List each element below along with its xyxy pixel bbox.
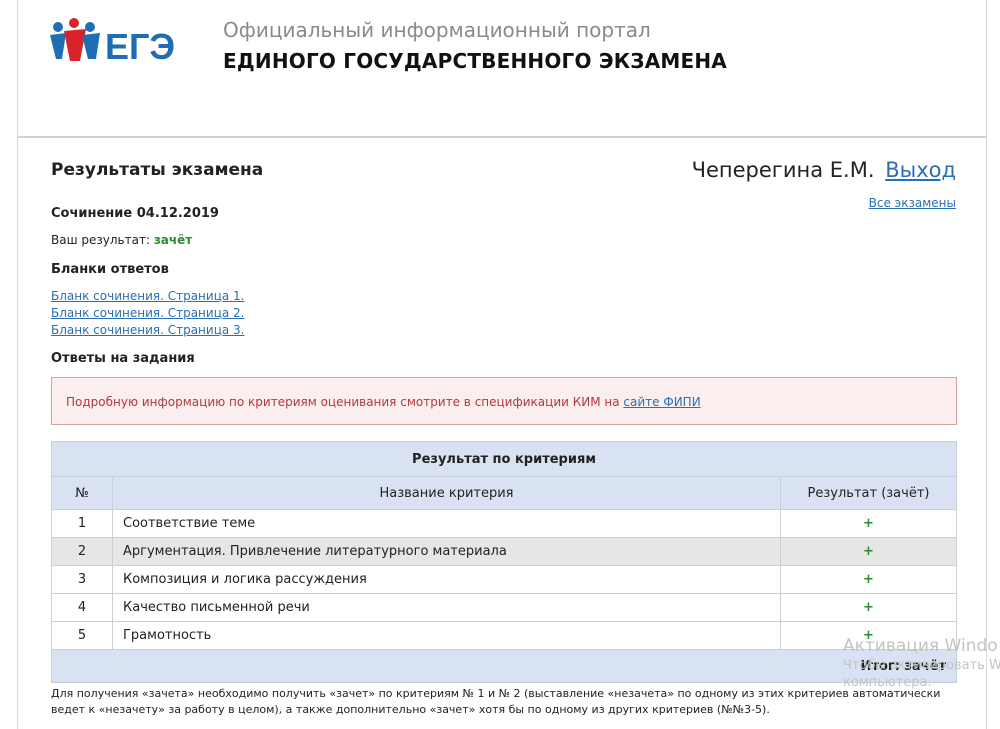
info-alert: Подробную информацию по критериям оценив… [51, 377, 957, 425]
row-name: Аргументация. Привлечение литературного … [112, 537, 781, 566]
row-num: 4 [51, 593, 113, 622]
blank-link-page-3[interactable]: Бланк сочинения. Страница 3. [51, 322, 244, 339]
logout-link[interactable]: Выход [885, 158, 956, 182]
result-label: Ваш результат: [51, 233, 150, 247]
exam-title: Сочинение 04.12.2019 [51, 206, 219, 221]
user-name: Чеперегина Е.М. [691, 158, 875, 182]
answers-title: Ответы на задания [51, 351, 195, 366]
table-header-row: № Название критерия Результат (зачёт) [51, 476, 957, 510]
table-total-row: Итог: зачёт [51, 649, 957, 683]
row-result: + [780, 565, 957, 594]
col-num-header: № [51, 476, 113, 510]
table-row: 5 Грамотность + [51, 621, 957, 650]
portal-title: ЕДИНОГО ГОСУДАРСТВЕННОГО ЭКЗАМЕНА [223, 49, 727, 73]
pass-rule-note: Для получения «зачета» необходимо получи… [51, 687, 941, 716]
watermark-line-3: компьютера. [843, 675, 932, 690]
watermark-line-1: Активация Windo [843, 636, 998, 656]
fipi-link[interactable]: сайте ФИПИ [623, 395, 700, 409]
alert-text: Подробную информацию по критериям оценив… [66, 395, 620, 409]
blank-links: Бланк сочинения. Страница 1. Бланк сочин… [51, 288, 244, 339]
row-result: + [780, 593, 957, 622]
table-caption: Результат по критериям [51, 441, 957, 477]
row-name: Композиция и логика рассуждения [112, 565, 781, 594]
your-result: Ваш результат: зачёт [51, 233, 192, 247]
criteria-table: Результат по критериям № Название критер… [51, 441, 957, 683]
blank-link-page-1[interactable]: Бланк сочинения. Страница 1. [51, 288, 244, 305]
portal-subtitle: Официальный информационный портал [223, 18, 651, 42]
row-num: 2 [51, 537, 113, 566]
col-name-header: Название критерия [112, 476, 781, 510]
col-result-header: Результат (зачёт) [780, 476, 957, 510]
row-num: 1 [51, 509, 113, 538]
table-row: 2 Аргументация. Привлечение литературног… [51, 537, 957, 566]
watermark-line-2: Чтобы активировать W [843, 658, 1000, 673]
ege-logo[interactable]: ЕГЭ [48, 15, 198, 71]
logo-text: ЕГЭ [105, 26, 175, 67]
row-num: 5 [51, 621, 113, 650]
total-result: Итог: зачёт [51, 649, 957, 683]
page-title: Результаты экзамена [51, 160, 264, 180]
row-name: Соответствие теме [112, 509, 781, 538]
site-header: ЕГЭ Официальный информационный портал ЕД… [18, 0, 986, 138]
row-name: Грамотность [112, 621, 781, 650]
row-name: Качество письменной речи [112, 593, 781, 622]
table-row: 3 Композиция и логика рассуждения + [51, 565, 957, 594]
blank-link-page-2[interactable]: Бланк сочинения. Страница 2. [51, 305, 244, 322]
all-exams-link[interactable]: Все экзамены [869, 196, 956, 210]
table-row: 4 Качество письменной речи + [51, 593, 957, 622]
result-value: зачёт [153, 233, 193, 247]
blanks-title: Бланки ответов [51, 262, 169, 277]
windows-activation-watermark: Активация Windo Чтобы активировать W ком… [843, 636, 1000, 690]
user-block: Чеперегина Е.М. Выход [692, 158, 956, 182]
table-row: 1 Соответствие теме + [51, 509, 957, 538]
row-num: 3 [51, 565, 113, 594]
page-frame: ЕГЭ Официальный информационный портал ЕД… [17, 0, 987, 729]
row-result: + [780, 509, 957, 538]
row-result: + [780, 537, 957, 566]
